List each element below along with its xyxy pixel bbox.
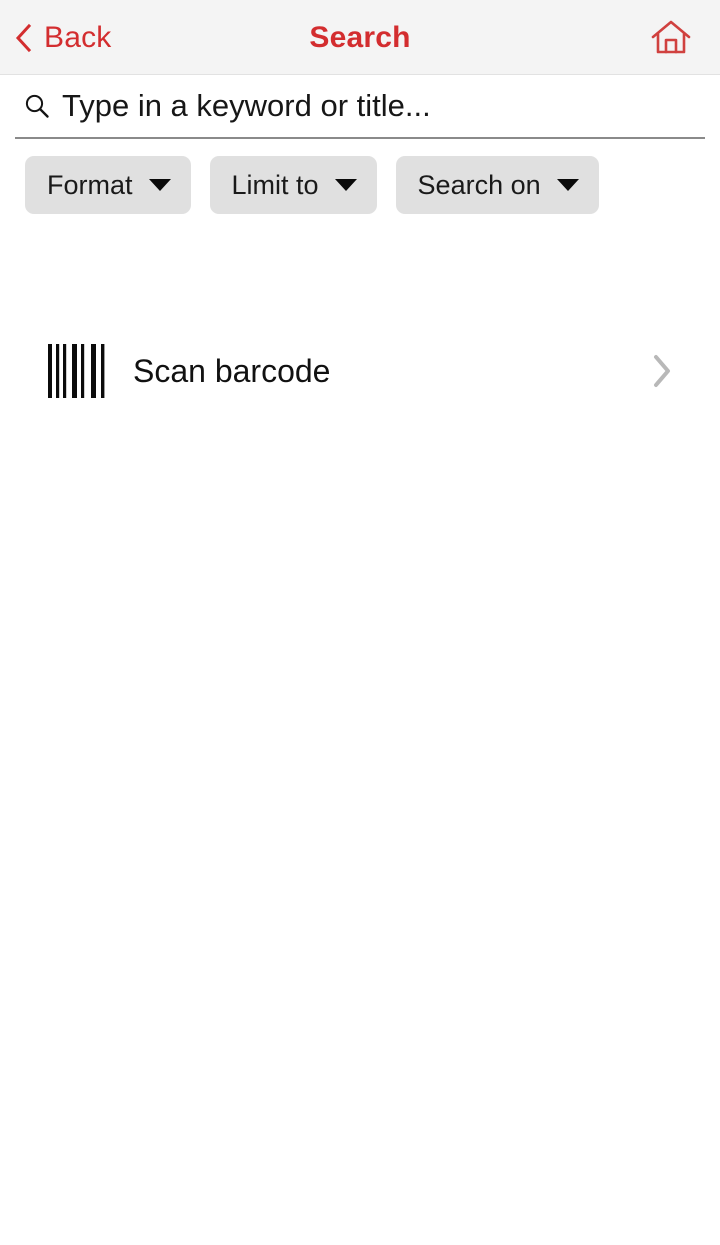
chevron-right-icon — [654, 355, 670, 387]
chevron-left-icon — [15, 23, 32, 52]
back-button-label: Back — [44, 20, 112, 54]
filter-chip-limit-to[interactable]: Limit to — [209, 156, 377, 214]
barcode-icon — [48, 344, 105, 398]
filter-chip-format-label: Format — [47, 169, 133, 200]
scan-barcode-label: Scan barcode — [133, 353, 331, 389]
chevron-down-icon — [556, 179, 579, 191]
home-button[interactable] — [640, 0, 702, 75]
search-field[interactable] — [15, 75, 705, 139]
scan-barcode-row[interactable]: Scan barcode — [0, 330, 720, 412]
filter-chip-format[interactable]: Format — [25, 156, 191, 214]
home-icon — [651, 20, 691, 53]
filter-chip-limit-to-label: Limit to — [231, 169, 319, 200]
search-screen: Back Search Format Limit to — [0, 0, 720, 1245]
chevron-down-icon — [334, 179, 357, 191]
navigation-bar: Back Search — [0, 0, 720, 75]
back-button[interactable]: Back — [10, 0, 120, 75]
search-input[interactable] — [62, 83, 705, 129]
chevron-down-icon — [148, 179, 171, 191]
filter-chip-search-on[interactable]: Search on — [395, 156, 599, 214]
search-icon — [25, 94, 49, 118]
filter-chip-search-on-label: Search on — [417, 169, 541, 200]
filter-chip-group: Format Limit to Search on — [0, 139, 720, 214]
